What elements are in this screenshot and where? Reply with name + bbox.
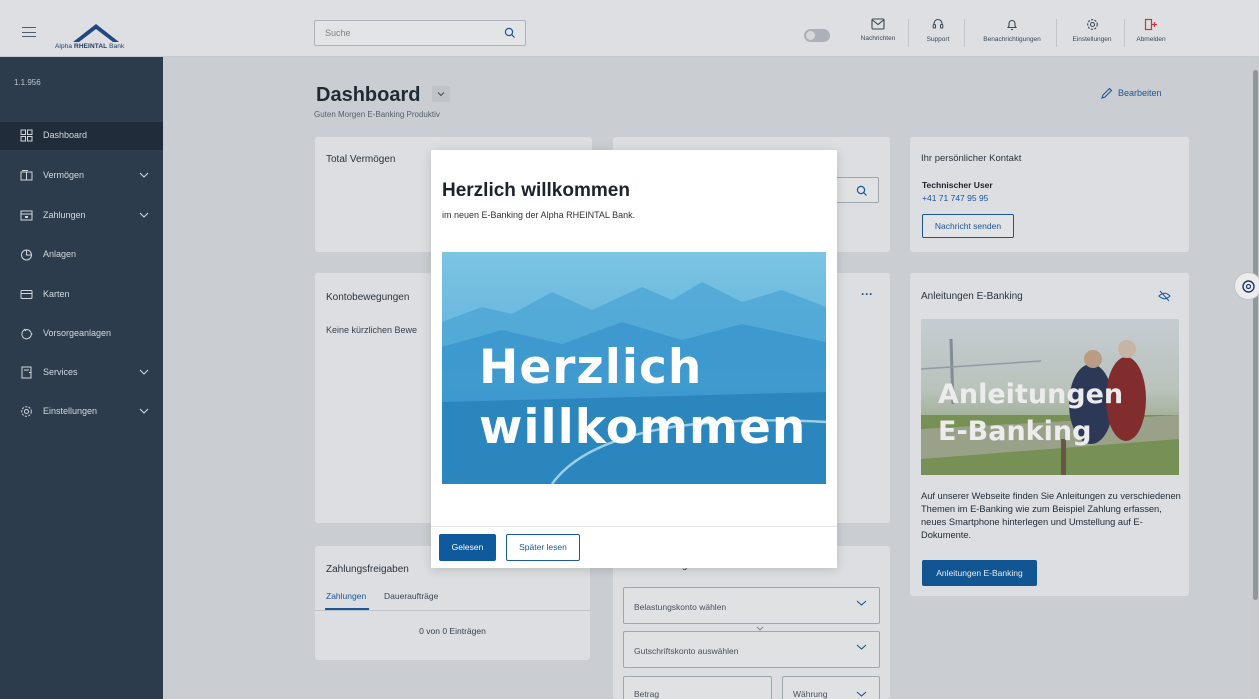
welcome-image-line1: Herzlich <box>479 340 703 395</box>
read-later-button[interactable]: Später lesen <box>506 534 580 561</box>
dialog-subtitle: im neuen E-Banking der Alpha RHEINTAL Ba… <box>442 210 636 220</box>
dialog-title: Herzlich willkommen <box>442 180 630 201</box>
dialog-footer <box>431 526 837 527</box>
welcome-dialog: Herzlich willkommen im neuen E-Banking d… <box>431 150 837 568</box>
welcome-image-line2: willkommen <box>479 400 807 455</box>
welcome-image: Herzlich willkommen <box>442 252 826 484</box>
read-button[interactable]: Gelesen <box>439 534 496 561</box>
